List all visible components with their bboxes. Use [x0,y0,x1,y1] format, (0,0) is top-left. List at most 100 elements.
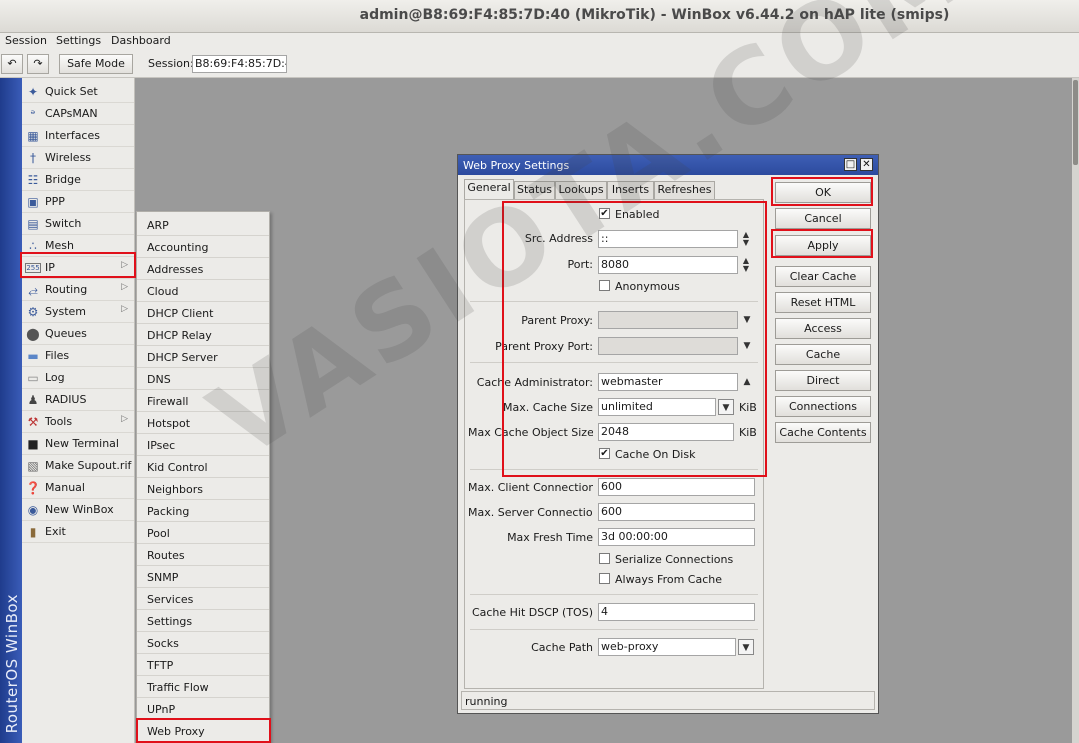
max-server-conn-input[interactable]: 600 [598,503,755,521]
serialize-connections-checkbox[interactable] [599,553,610,564]
menu-session[interactable]: Session [5,34,47,47]
apply-button[interactable]: Apply [775,235,871,256]
cache-path-select[interactable]: web-proxy [598,638,736,656]
submenu-item-routes[interactable]: Routes [137,544,269,566]
direct-button[interactable]: Direct [775,370,871,391]
cache-path-dropdown-icon[interactable]: ▼ [738,639,754,655]
submenu-item-firewall[interactable]: Firewall [137,390,269,412]
menu-item-tools[interactable]: ⚒ Tools ▷ [22,411,134,433]
menu-item-new-terminal[interactable]: ■ New Terminal [22,433,134,455]
submenu-item-kid-control[interactable]: Kid Control [137,456,269,478]
submenu-item-traffic-flow[interactable]: Traffic Flow [137,676,269,698]
menu-item-manual[interactable]: ❓ Manual [22,477,134,499]
submenu-item-addresses[interactable]: Addresses [137,258,269,280]
cache-button[interactable]: Cache [775,344,871,365]
submenu-item-socks[interactable]: Socks [137,632,269,654]
redo-button[interactable]: ↷ [27,54,49,74]
max-cache-size-dropdown-icon[interactable]: ▼ [718,399,734,415]
menu-item-exit[interactable]: ▮ Exit [22,521,134,543]
menu-item-ip[interactable]: 255 IP ▷ [22,257,134,279]
port-input[interactable]: 8080 [598,256,738,274]
submenu-item-arp[interactable]: ARP [137,214,269,236]
menu-item-bridge[interactable]: ☷ Bridge [22,169,134,191]
tab-refreshes[interactable]: Refreshes [654,181,715,199]
session-field[interactable]: B8:69:F4:85:7D:40 [192,55,287,73]
port-label: Port: [567,258,593,271]
max-cache-object-input[interactable]: 2048 [598,423,734,441]
max-fresh-time-input[interactable]: 3d 00:00:00 [598,528,755,546]
submenu-item-packing[interactable]: Packing [137,500,269,522]
src-address-spinner[interactable]: ▲ ▼ [740,231,752,247]
anonymous-checkbox[interactable] [599,280,610,291]
menu-item-files[interactable]: ▬ Files [22,345,134,367]
max-client-conn-input[interactable]: 600 [598,478,755,496]
parent-proxy-port-dropdown-icon[interactable]: ▼ [739,338,755,354]
menu-item-system[interactable]: ⚙ System ▷ [22,301,134,323]
cache-hit-dscp-input[interactable]: 4 [598,603,755,621]
max-cache-object-label: Max Cache Object Size [468,426,593,439]
cancel-button[interactable]: Cancel [775,208,871,229]
close-button[interactable]: ✕ [860,158,873,171]
menu-item-capsman[interactable]: ᵊ CAPsMAN [22,103,134,125]
menu-item-new-winbox[interactable]: ◉ New WinBox [22,499,134,521]
safe-mode-button[interactable]: Safe Mode [59,54,133,74]
menu-item-interfaces[interactable]: ▦ Interfaces [22,125,134,147]
max-cache-size-input[interactable]: unlimited [598,398,716,416]
cache-admin-collapse-icon[interactable]: ▲ [739,374,755,390]
submenu-item-neighbors[interactable]: Neighbors [137,478,269,500]
submenu-item-web-proxy[interactable]: Web Proxy [137,720,269,742]
menu-settings[interactable]: Settings [56,34,101,47]
menu-dashboard[interactable]: Dashboard [111,34,171,47]
submenu-item-snmp[interactable]: SNMP [137,566,269,588]
always-from-cache-checkbox[interactable] [599,573,610,584]
ok-button[interactable]: OK [775,182,871,203]
menu-item-quick-set[interactable]: ✦ Quick Set [22,81,134,103]
submenu-item-dhcp-relay[interactable]: DHCP Relay [137,324,269,346]
cache-contents-button[interactable]: Cache Contents [775,422,871,443]
submenu-item-services[interactable]: Services [137,588,269,610]
connections-button[interactable]: Connections [775,396,871,417]
undo-button[interactable]: ↶ [1,54,23,74]
submenu-item-settings[interactable]: Settings [137,610,269,632]
parent-proxy-label: Parent Proxy: [521,314,593,327]
menu-item-wireless[interactable]: † Wireless [22,147,134,169]
enabled-checkbox[interactable]: ✔ [599,208,610,219]
menu-item-log[interactable]: ▭ Log [22,367,134,389]
max-cache-size-unit: KiB [739,401,757,414]
tab-general[interactable]: General [464,179,514,199]
access-button[interactable]: Access [775,318,871,339]
submenu-item-hotspot[interactable]: Hotspot [137,412,269,434]
src-address-input[interactable]: :: [598,230,738,248]
tab-status[interactable]: Status [514,181,555,199]
cache-on-disk-checkbox[interactable]: ✔ [599,448,610,459]
menu-item-radius[interactable]: ♟ RADIUS [22,389,134,411]
parent-proxy-port-input[interactable] [598,337,738,355]
submenu-item-accounting[interactable]: Accounting [137,236,269,258]
menu-item-ppp[interactable]: ▣ PPP [22,191,134,213]
dialog-title-bar[interactable]: Web Proxy Settings □ ✕ [458,155,878,175]
menu-item-queues[interactable]: ⬤ Queues [22,323,134,345]
tab-inserts[interactable]: Inserts [607,181,654,199]
submenu-item-upnp[interactable]: UPnP [137,698,269,720]
submenu-item-ipsec[interactable]: IPsec [137,434,269,456]
submenu-item-dhcp-server[interactable]: DHCP Server [137,346,269,368]
workspace-scrollbar[interactable] [1072,78,1079,743]
tab-lookups[interactable]: Lookups [555,181,607,199]
menu-item-mesh[interactable]: ∴ Mesh [22,235,134,257]
reset-html-button[interactable]: Reset HTML [775,292,871,313]
scrollbar-thumb[interactable] [1073,80,1078,165]
menu-item-routing[interactable]: ⥄ Routing ▷ [22,279,134,301]
menu-item-make-supout[interactable]: ▧ Make Supout.rif [22,455,134,477]
submenu-item-cloud[interactable]: Cloud [137,280,269,302]
parent-proxy-dropdown-icon[interactable]: ▼ [739,312,755,328]
menu-item-switch[interactable]: ▤ Switch [22,213,134,235]
submenu-item-tftp[interactable]: TFTP [137,654,269,676]
submenu-item-pool[interactable]: Pool [137,522,269,544]
cache-admin-input[interactable]: webmaster [598,373,738,391]
port-spinner[interactable]: ▲ ▼ [740,257,752,273]
parent-proxy-input[interactable] [598,311,738,329]
submenu-item-dns[interactable]: DNS [137,368,269,390]
clear-cache-button[interactable]: Clear Cache [775,266,871,287]
submenu-item-dhcp-client[interactable]: DHCP Client [137,302,269,324]
maximize-button[interactable]: □ [844,158,857,171]
